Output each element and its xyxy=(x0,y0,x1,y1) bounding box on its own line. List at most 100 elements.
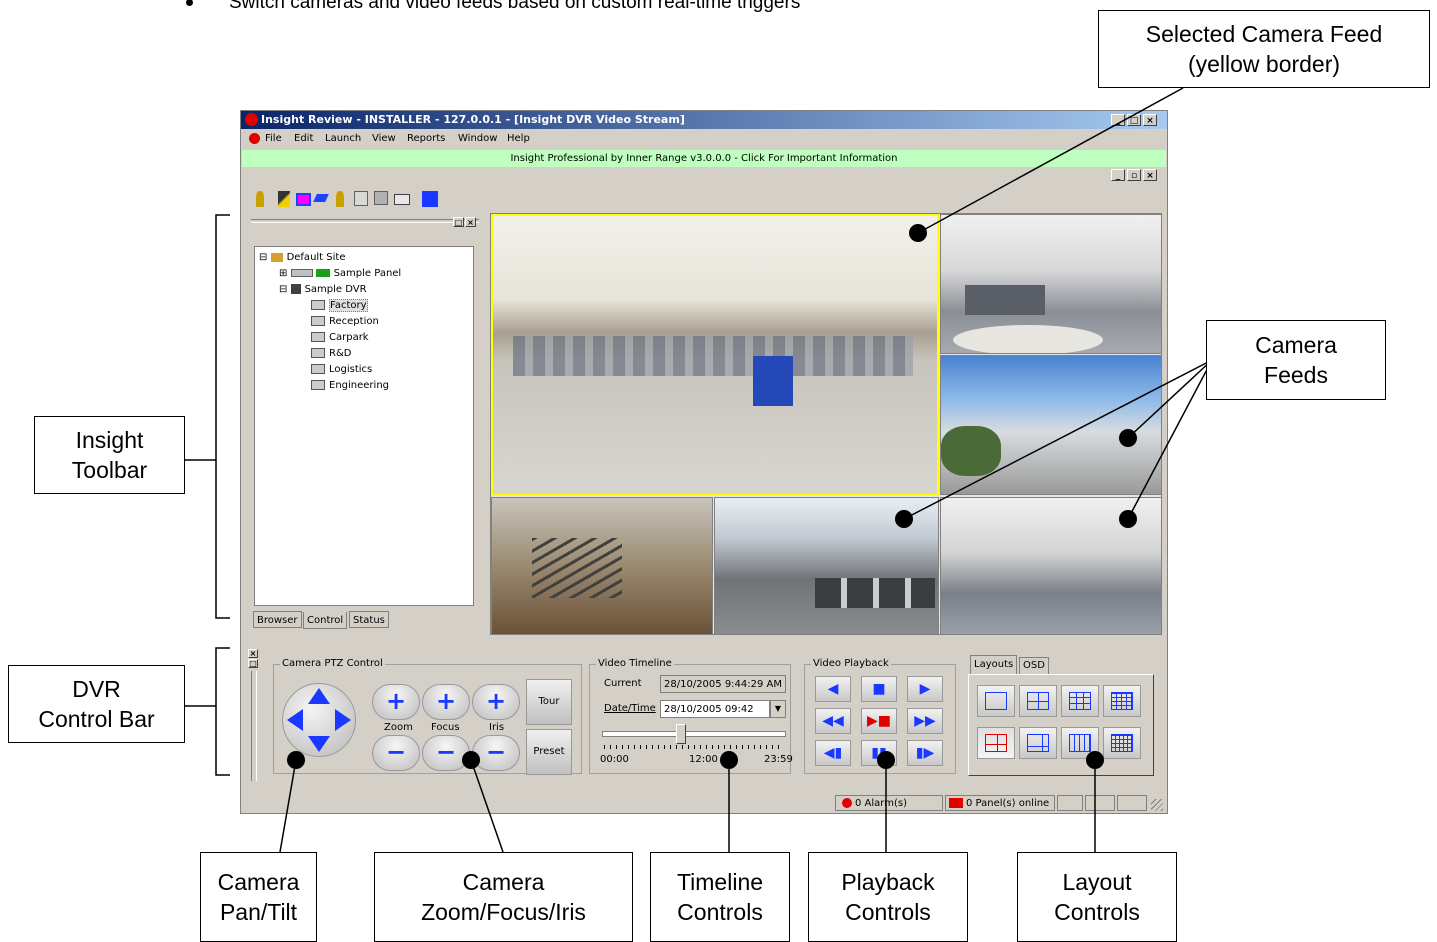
info-banner[interactable]: Insight Professional by Inner Range v3.0… xyxy=(242,150,1166,167)
pan-tilt-pad[interactable] xyxy=(282,683,356,757)
datetime-picker[interactable]: 28/10/2005 09:42 xyxy=(660,700,770,718)
maximize-button[interactable]: □ xyxy=(1127,114,1141,126)
user-icon[interactable] xyxy=(336,191,344,207)
dropdown-icon[interactable]: ▼ xyxy=(770,700,786,718)
monitor-icon[interactable] xyxy=(374,191,388,205)
tree-camera-engineering[interactable]: Engineering xyxy=(311,380,389,391)
card-icon[interactable] xyxy=(394,194,410,205)
focus-in-button[interactable]: + xyxy=(422,684,470,720)
dvr-float-button[interactable]: □ xyxy=(248,659,258,668)
close-button[interactable]: × xyxy=(1143,114,1157,126)
layout-5x4-button[interactable] xyxy=(1103,727,1141,759)
tab-browser[interactable]: Browser xyxy=(253,611,302,628)
layout-1plus5-button[interactable] xyxy=(977,727,1015,759)
tree-camera-factory[interactable]: Factory xyxy=(311,299,368,312)
layout-1plus7-button[interactable] xyxy=(1019,727,1057,759)
iris-open-button[interactable]: + xyxy=(472,684,520,720)
tilt-down-icon[interactable] xyxy=(308,736,330,752)
layout-2plus8-icon xyxy=(1069,734,1091,752)
child-restore-button[interactable]: ▫ xyxy=(1127,169,1141,181)
timeline-slider-thumb[interactable] xyxy=(676,724,686,744)
alarm-status[interactable]: 0 Alarm(s) xyxy=(835,795,943,811)
frame-forward-button[interactable]: ▮▶ xyxy=(907,740,943,766)
feed-cars xyxy=(815,578,935,608)
timeline-track[interactable] xyxy=(602,731,786,737)
tree-root[interactable]: ⊟ Default Site xyxy=(259,252,345,263)
panel-float-button[interactable]: □ xyxy=(453,217,464,227)
iris-close-button[interactable]: − xyxy=(472,735,520,771)
frame-back-button[interactable]: ◀▮ xyxy=(815,740,851,766)
menu-launch[interactable]: Launch xyxy=(325,130,361,148)
camera-feed-exterior[interactable] xyxy=(940,355,1162,495)
resize-grip-icon[interactable] xyxy=(1151,799,1163,811)
menu-file[interactable]: File xyxy=(265,130,282,148)
bracket-toolbar xyxy=(215,214,230,619)
tree-camera-carpark[interactable]: Carpark xyxy=(311,332,369,343)
focus-out-button[interactable]: − xyxy=(422,735,470,771)
key-icon[interactable] xyxy=(313,194,329,202)
pan-left-icon[interactable] xyxy=(287,709,303,731)
tab-osd[interactable]: OSD xyxy=(1019,657,1049,675)
layout-1x1-button[interactable] xyxy=(977,685,1015,717)
play-icon: ▶ xyxy=(919,681,931,697)
camera-feed-selected[interactable] xyxy=(491,214,939,496)
site-icon xyxy=(270,252,283,262)
screen-icon[interactable] xyxy=(296,193,311,206)
dvr-close-button[interactable]: × xyxy=(248,649,258,658)
pan-right-icon[interactable] xyxy=(335,709,351,731)
tree-camera-rnd[interactable]: R&D xyxy=(311,348,351,359)
focus-label: Focus xyxy=(431,722,460,733)
camera-feed-office[interactable] xyxy=(940,214,1162,354)
step-back-button[interactable]: ◀ xyxy=(815,676,851,702)
site-tree[interactable]: ⊟ Default Site ⊞ Sample Panel ⊟ Sample D… xyxy=(254,246,474,606)
menu-view[interactable]: View xyxy=(372,130,396,148)
camera-feed-stairs[interactable] xyxy=(491,497,713,635)
tour-button[interactable]: Tour xyxy=(526,679,572,725)
fast-forward-button[interactable]: ▶▶ xyxy=(907,708,943,734)
layout-2x2-button[interactable] xyxy=(1019,685,1057,717)
marker-pan-tilt xyxy=(287,751,305,769)
person-icon[interactable] xyxy=(256,191,264,207)
insight-logo-icon[interactable] xyxy=(422,191,438,207)
menu-reports[interactable]: Reports xyxy=(407,130,445,148)
document-edit-icon[interactable] xyxy=(354,191,368,206)
preset-button[interactable]: Preset xyxy=(526,729,572,775)
child-minimize-button[interactable]: _ xyxy=(1111,169,1125,181)
tab-status[interactable]: Status xyxy=(349,611,389,628)
tree-camera-logistics[interactable]: Logistics xyxy=(311,364,372,375)
feed-tree xyxy=(941,426,1001,476)
panel-grip[interactable] xyxy=(251,219,479,223)
play-button[interactable]: ▶ xyxy=(907,676,943,702)
minimize-button[interactable]: _ xyxy=(1111,114,1125,126)
title-bar[interactable]: Insight Review - INSTALLER - 127.0.0.1 -… xyxy=(241,111,1167,129)
layout-3x3-button[interactable] xyxy=(1061,685,1099,717)
menu-window[interactable]: Window xyxy=(458,130,497,148)
layout-1x1-icon xyxy=(985,692,1007,710)
dvr-grip[interactable] xyxy=(251,671,257,781)
child-close-button[interactable]: × xyxy=(1143,169,1157,181)
zoom-out-button[interactable]: − xyxy=(372,735,420,771)
zoom-in-button[interactable]: + xyxy=(372,684,420,720)
document-icon[interactable] xyxy=(249,133,260,144)
status-cell-3 xyxy=(1117,795,1147,811)
tree-camera-reception[interactable]: Reception xyxy=(311,316,379,327)
rewind-button[interactable]: ◀◀ xyxy=(815,708,851,734)
menu-edit[interactable]: Edit xyxy=(294,130,313,148)
panel-close-button[interactable]: × xyxy=(465,217,476,227)
timeline-group-label: Video Timeline xyxy=(596,658,674,669)
tree-panel[interactable]: ⊞ Sample Panel xyxy=(279,268,401,279)
frame-back-icon: ◀▮ xyxy=(823,745,843,761)
wand-icon[interactable] xyxy=(278,191,290,207)
record-button[interactable]: ▶■ xyxy=(861,708,897,734)
menu-help[interactable]: Help xyxy=(507,130,530,148)
tree-dvr[interactable]: ⊟ Sample DVR xyxy=(279,284,367,295)
callout-selected-feed: Selected Camera Feed (yellow border) xyxy=(1098,10,1430,88)
tick-start: 00:00 xyxy=(600,754,629,765)
bullet-point: Switch cameras and video feeds based on … xyxy=(186,0,800,14)
stop-button[interactable]: ■ xyxy=(861,676,897,702)
tilt-up-icon[interactable] xyxy=(308,688,330,704)
tab-layouts[interactable]: Layouts xyxy=(970,655,1018,675)
layout-4x4-button[interactable] xyxy=(1103,685,1141,717)
panel-status[interactable]: 0 Panel(s) online xyxy=(945,795,1055,811)
tab-control[interactable]: Control xyxy=(303,612,348,629)
